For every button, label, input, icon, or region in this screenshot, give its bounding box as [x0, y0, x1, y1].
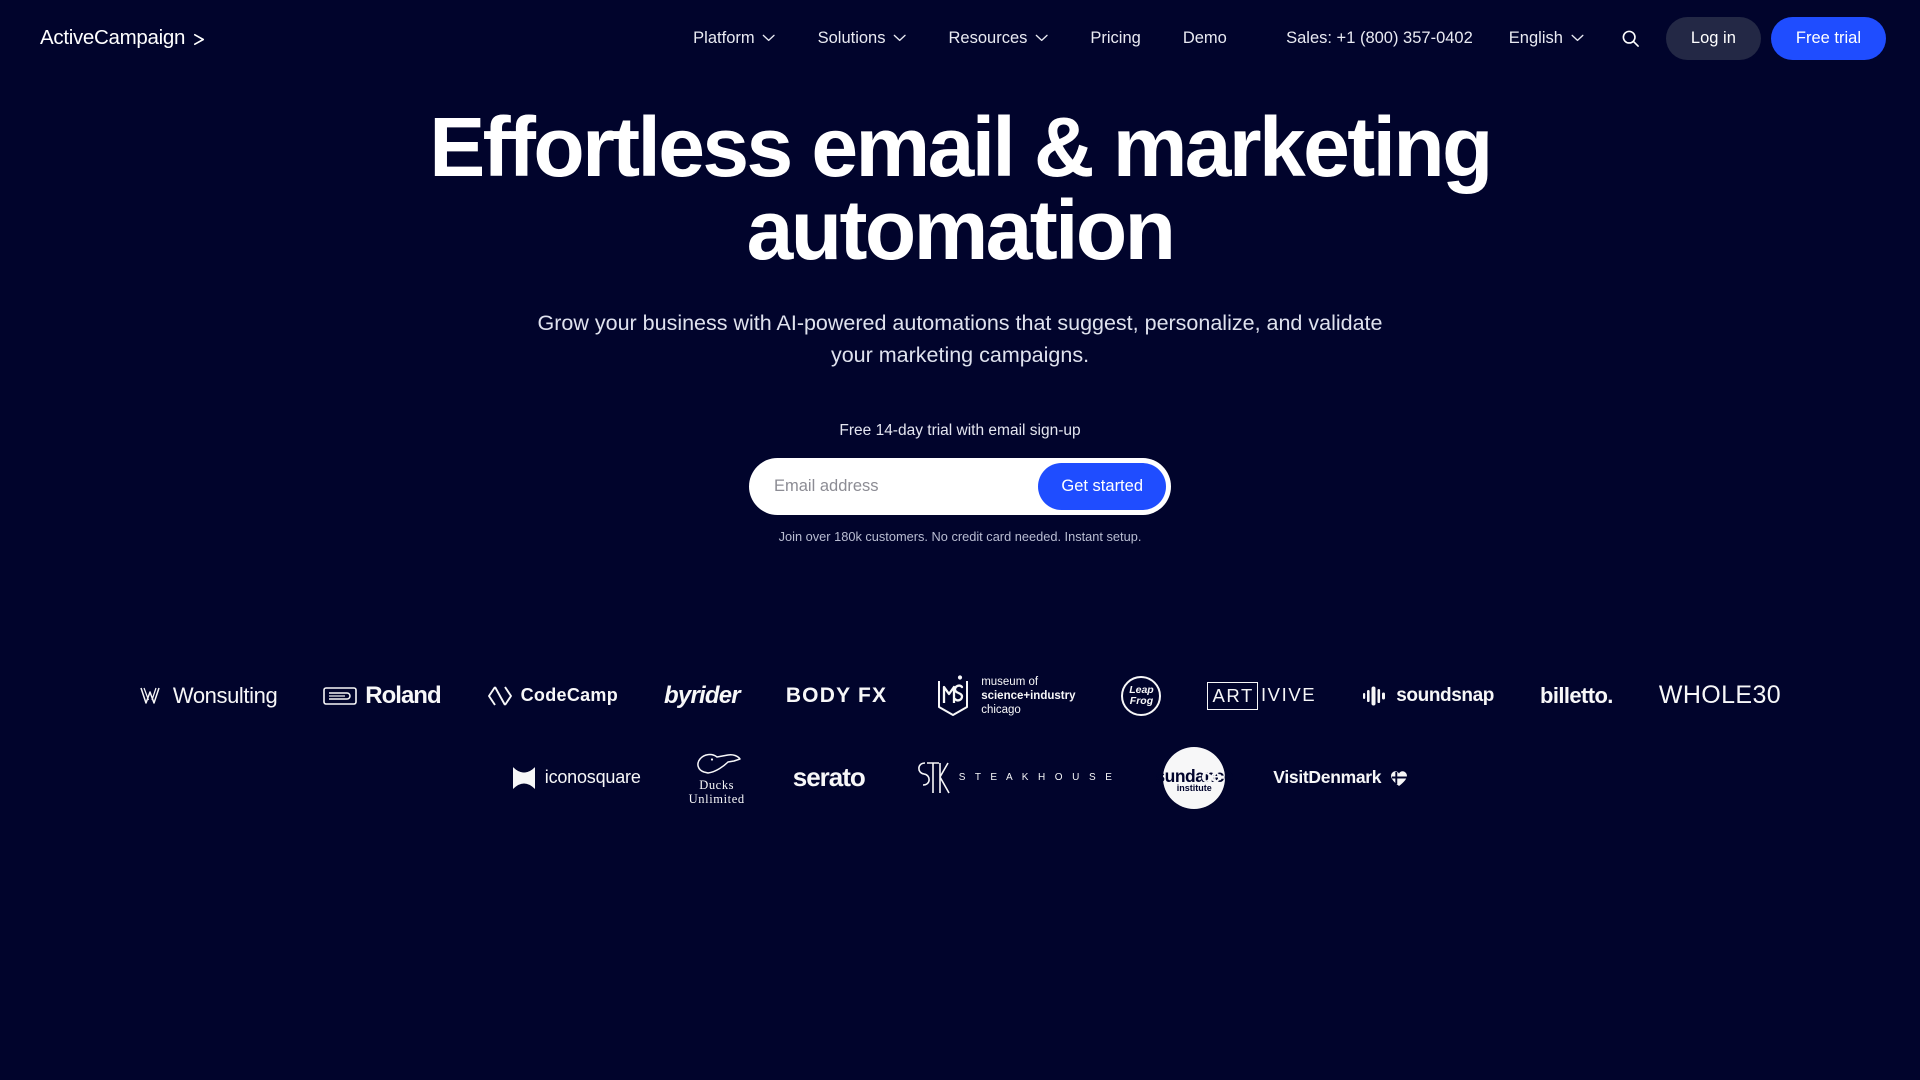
logo-soundsnap[interactable]: soundsnap	[1362, 667, 1494, 725]
main-nav-links: Platform Solutions Resources Pricing Dem…	[691, 23, 1229, 54]
logo-artivive[interactable]: ART IVIVE	[1207, 667, 1316, 725]
email-signup-form: Get started	[749, 457, 1171, 515]
logo-label-line2: science+industry	[981, 689, 1076, 702]
logo-stk-steakhouse[interactable]: S T E A K H O U S E	[913, 749, 1116, 807]
duck-head-icon	[696, 753, 741, 774]
logo-label: soundsnap	[1396, 684, 1494, 706]
logo-label: CodeCamp	[520, 685, 619, 706]
hero-subheading: Grow your business with AI-powered autom…	[537, 311, 1383, 368]
nav-item-pricing[interactable]: Pricing	[1088, 23, 1142, 54]
logo-label-block: Ducks Unlimited	[689, 750, 745, 807]
logo-label-line3: chicago	[981, 704, 1021, 717]
sundance-badge-icon: sundance institute ce	[1155, 746, 1234, 809]
logo-wonsulting[interactable]: Wonsulting	[139, 667, 278, 725]
sales-phone-link[interactable]: Sales: +1 (800) 357-0402	[1286, 29, 1473, 48]
log-in-button[interactable]: Log in	[1665, 16, 1761, 60]
logo-label: billetto.	[1540, 682, 1613, 708]
logo-label: byrider	[664, 681, 741, 709]
nav-item-solutions[interactable]: Solutions	[816, 23, 909, 54]
free-trial-button[interactable]: Free trial	[1770, 16, 1886, 60]
logo-label-line2: institute	[1176, 782, 1212, 793]
page-title: Effortless email & marketing automation	[429, 100, 1493, 278]
customer-logo-wall: Wonsulting Roland CodeCamp byrider BODY …	[0, 667, 1920, 809]
logo-label-line2: Frog	[1129, 694, 1154, 707]
logo-label: WHOLE30	[1658, 681, 1782, 710]
logo-leapfrog[interactable]: Leap Frog	[1121, 667, 1162, 725]
search-icon	[1622, 30, 1640, 47]
logo-label-line1: museum of	[981, 675, 1039, 688]
email-input[interactable]	[749, 462, 1039, 510]
nav-item-label: Resources	[948, 28, 1028, 47]
logo-iconosquare[interactable]: iconosquare	[511, 749, 641, 807]
chevron-down-icon	[1035, 34, 1048, 42]
search-button[interactable]	[1614, 21, 1648, 55]
hero-section: Effortless email & marketing automation …	[0, 76, 1920, 544]
stk-monogram-icon	[917, 762, 950, 794]
nav-item-label: Pricing	[1090, 28, 1141, 47]
logo-label: iconosquare	[544, 767, 641, 788]
language-selector[interactable]: English	[1509, 29, 1584, 48]
logo-label: Roland	[365, 681, 441, 709]
logo-billetto[interactable]: billetto.	[1540, 667, 1613, 725]
denmark-heart-icon	[1391, 771, 1408, 786]
logo-codecamp[interactable]: CodeCamp	[487, 667, 618, 725]
codecamp-mark-icon	[487, 686, 512, 706]
trial-note: Free 14-day trial with email sign-up	[839, 421, 1081, 439]
chevron-down-icon	[894, 34, 906, 42]
logo-label-block: museum of science+industry chicago	[981, 675, 1075, 718]
logo-visitdenmark[interactable]: VisitDenmark	[1273, 749, 1409, 807]
activecampaign-logo[interactable]: ActiveCampaign	[40, 26, 207, 50]
logo-roland[interactable]: Roland	[323, 667, 442, 725]
nav-utility-group: Sales: +1 (800) 357-0402 English Log in …	[1286, 16, 1886, 60]
logo-label: Wonsulting	[172, 682, 278, 708]
customer-logo-row-1: Wonsulting Roland CodeCamp byrider BODY …	[0, 667, 1920, 725]
chevron-down-icon	[763, 34, 776, 42]
iconosquare-mark-icon	[512, 766, 535, 789]
leapfrog-badge-icon: Leap Frog	[1121, 675, 1162, 716]
customer-logo-row-2: iconosquare Ducks Unlimited serato S T E…	[0, 746, 1920, 809]
msi-mark-icon	[938, 675, 969, 716]
get-started-button[interactable]: Get started	[1038, 462, 1166, 510]
logo-body-fx[interactable]: BODY FX	[786, 667, 887, 725]
nav-item-label: Solutions	[817, 28, 886, 47]
nav-item-platform[interactable]: Platform	[691, 23, 777, 54]
logo-byrider[interactable]: byrider	[664, 667, 741, 725]
signup-form-wrapper: Get started	[0, 457, 1920, 515]
nav-item-label: Demo	[1182, 28, 1227, 47]
logo-label: serato	[792, 762, 866, 793]
logo-sundance-institute[interactable]: sundance institute ce	[1155, 746, 1234, 809]
logo-wordmark: ActiveCampaign	[40, 26, 186, 49]
chevron-down-icon	[1571, 34, 1584, 42]
logo-label: VisitDenmark	[1273, 767, 1382, 788]
nav-item-demo[interactable]: Demo	[1181, 23, 1229, 54]
nav-item-resources[interactable]: Resources	[947, 23, 1051, 54]
logo-serato[interactable]: serato	[792, 749, 866, 807]
nav-item-label: Platform	[693, 28, 755, 47]
logo-label: BODY FX	[785, 683, 888, 707]
logo-whole30[interactable]: WHOLE30	[1659, 667, 1781, 725]
roland-mark-icon	[323, 687, 358, 705]
join-note: Join over 180k customers. No credit card…	[778, 528, 1142, 544]
logo-ducks-unlimited[interactable]: Ducks Unlimited	[689, 749, 745, 807]
logo-label: S T E A K H O U S E	[958, 772, 1116, 784]
logo-label-line2: Unlimited	[688, 791, 745, 806]
soundsnap-waveform-icon	[1363, 686, 1386, 706]
top-navigation-bar: ActiveCampaign Platform Solutions Resour…	[0, 0, 1920, 76]
wonsulting-mark-icon	[140, 687, 160, 704]
logo-label-part2: IVIVE	[1260, 683, 1317, 705]
logo-label-line1: Ducks	[699, 777, 735, 792]
logo-label-block: ART IVIVE	[1207, 681, 1317, 710]
language-label: English	[1508, 28, 1563, 47]
chevron-right-icon	[194, 33, 205, 45]
logo-museum-science-industry[interactable]: museum of science+industry chicago	[933, 667, 1075, 725]
logo-label-part1: ART	[1207, 681, 1258, 710]
